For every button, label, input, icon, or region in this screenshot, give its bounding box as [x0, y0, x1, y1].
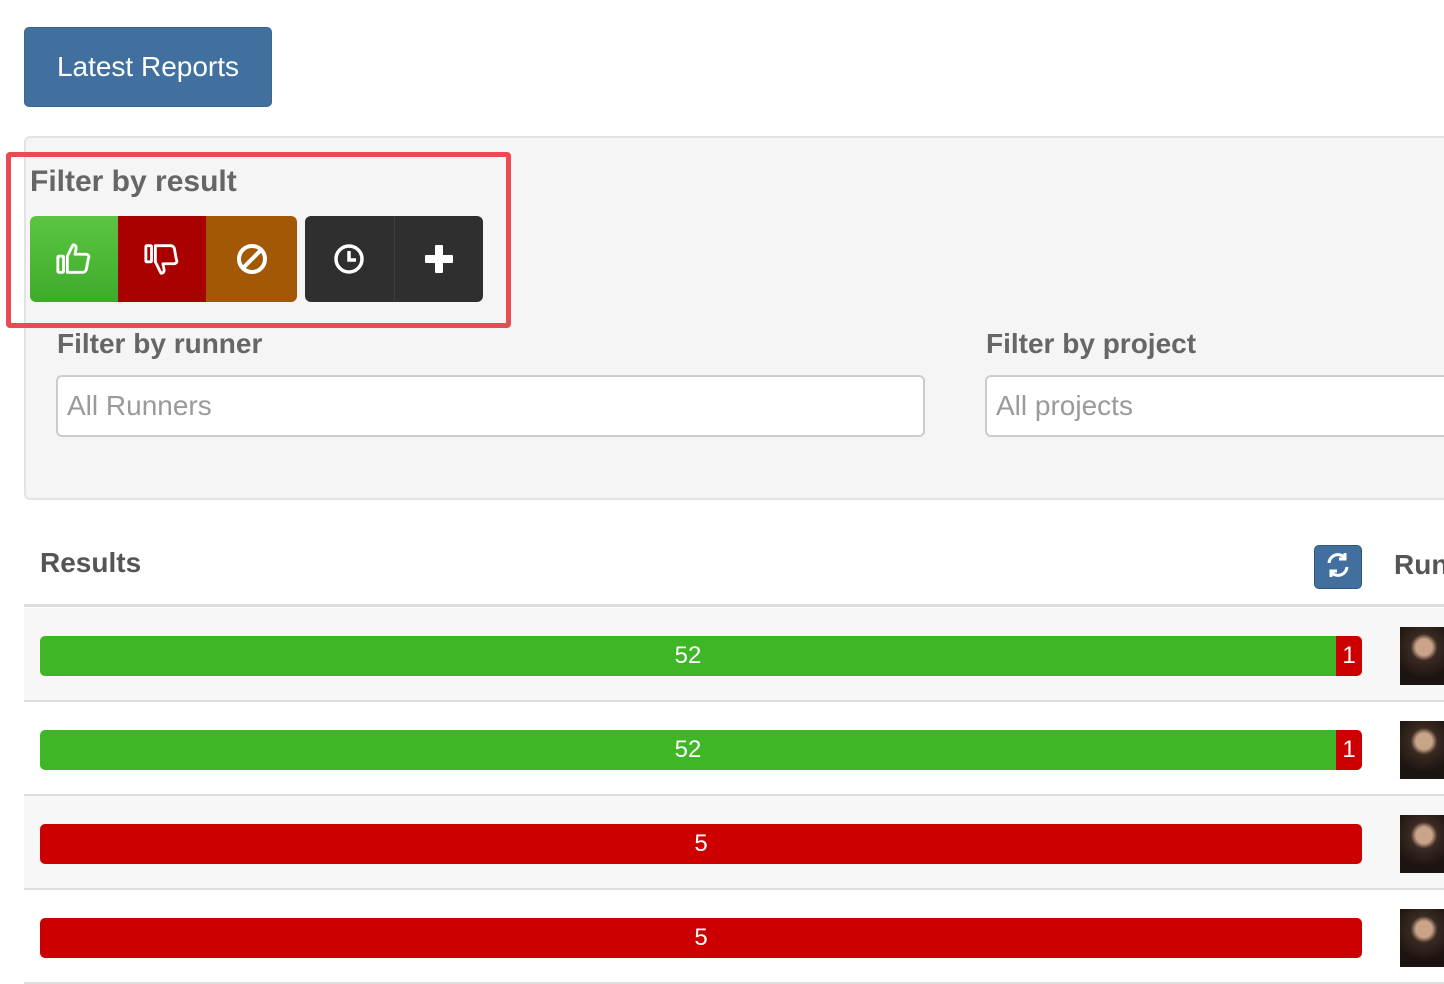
- table-row[interactable]: 5: [24, 796, 1444, 890]
- fail-segment: 5: [40, 918, 1362, 958]
- pass-segment: 52: [40, 636, 1336, 676]
- result-bar: 52 1: [40, 636, 1362, 676]
- runner-avatar: [1400, 721, 1444, 779]
- result-bar: 5: [40, 918, 1362, 958]
- results-column-header: Results: [40, 547, 142, 578]
- table-row[interactable]: 52 1: [24, 608, 1444, 702]
- latest-reports-button[interactable]: Latest Reports: [24, 27, 272, 107]
- highlight-annotation: [6, 152, 511, 328]
- runner-avatar: [1400, 627, 1444, 685]
- fail-segment: 5: [40, 824, 1362, 864]
- runner-filter-input[interactable]: All Runners: [56, 375, 925, 437]
- refresh-button[interactable]: [1314, 545, 1362, 589]
- table-row[interactable]: 52 1: [24, 702, 1444, 796]
- runner-avatar: [1400, 815, 1444, 873]
- filter-by-runner-label: Filter by runner: [57, 328, 263, 359]
- refresh-icon: [1324, 551, 1352, 584]
- table-row[interactable]: 5: [24, 890, 1444, 984]
- fail-segment: 1: [1336, 730, 1362, 770]
- result-bar: 52 1: [40, 730, 1362, 770]
- pass-segment: 52: [40, 730, 1336, 770]
- filter-by-project-label: Filter by project: [986, 328, 1197, 359]
- fail-segment: 1: [1336, 636, 1362, 676]
- runner-avatar: [1400, 909, 1444, 967]
- runner-column-header: Run: [1394, 549, 1444, 580]
- project-filter-input[interactable]: All projects: [985, 375, 1444, 437]
- header-divider: [24, 604, 1444, 607]
- result-bar: 5: [40, 824, 1362, 864]
